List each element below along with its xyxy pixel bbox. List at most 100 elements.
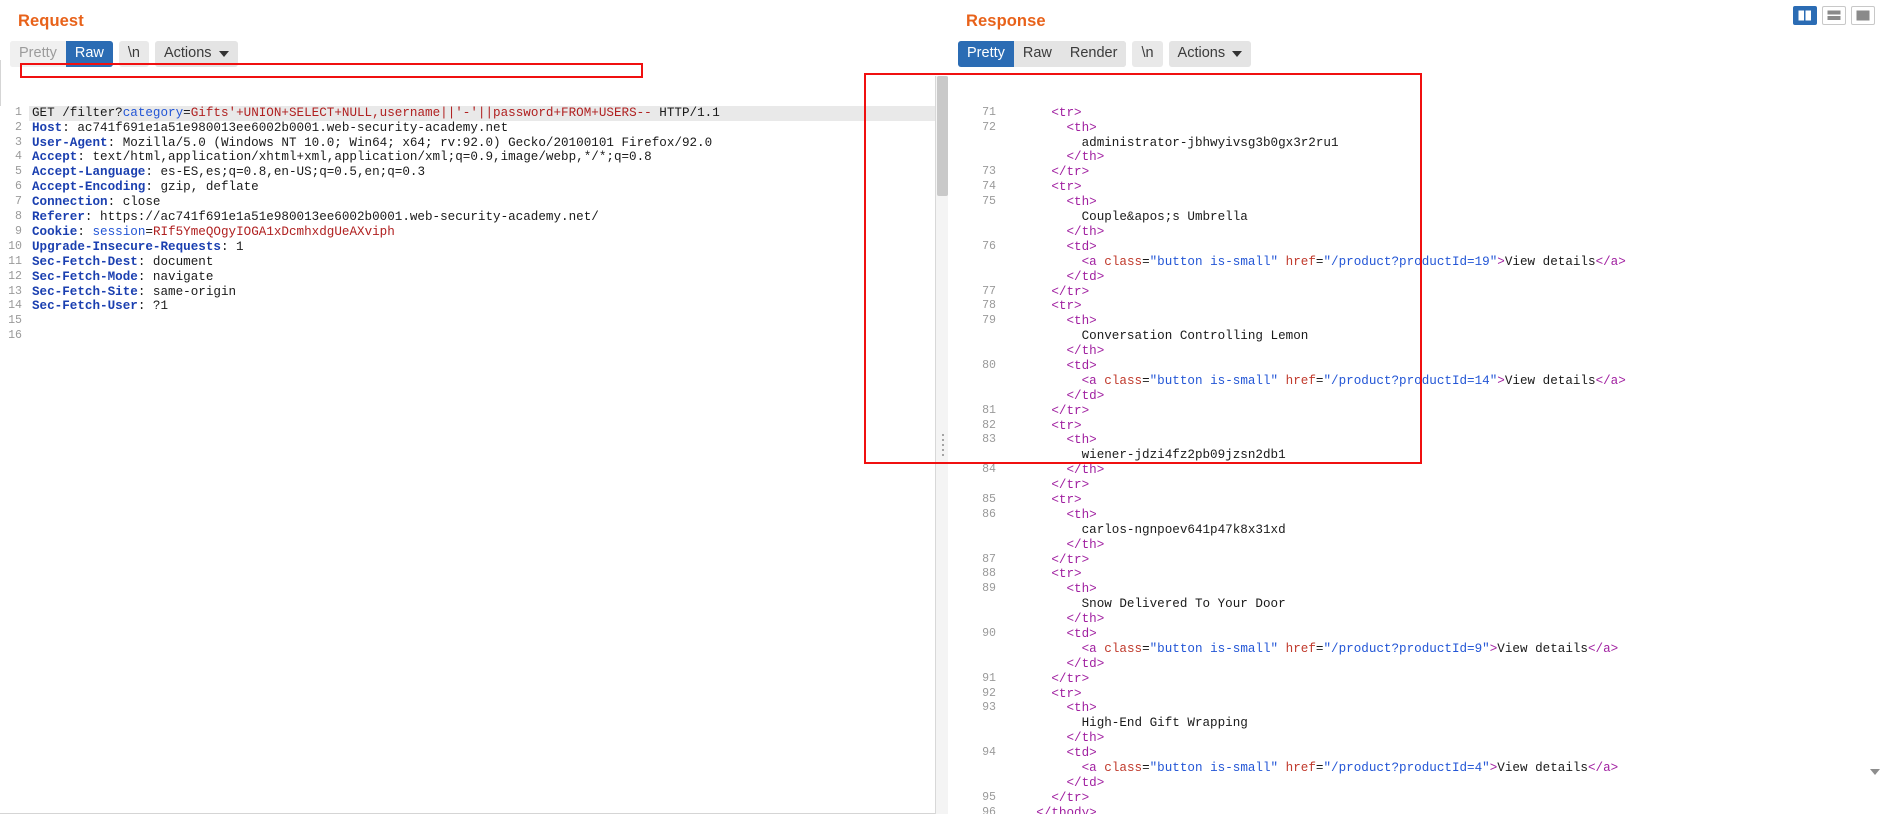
panel-splitter-handle[interactable]	[938, 430, 948, 460]
code-row[interactable]: 7 Connection: close	[0, 195, 948, 210]
code-row[interactable]: 11 Sec-Fetch-Dest: document	[0, 255, 948, 270]
code-row[interactable]: </th>	[948, 150, 1883, 165]
code-text: <th>	[1066, 195, 1097, 210]
code-row[interactable]: 15	[0, 314, 948, 329]
code-row[interactable]: 88 <tr>	[948, 567, 1883, 582]
code-text: <a class="button is-small" href="/produc…	[1081, 641, 1619, 656]
line-number: 74	[982, 180, 996, 194]
code-text: Sec-Fetch-Dest: document	[32, 254, 214, 269]
code-row[interactable]: 87 </tr>	[948, 553, 1883, 568]
single-pane-view-button[interactable]	[1851, 6, 1875, 25]
code-row[interactable]: </td>	[948, 776, 1883, 791]
code-row[interactable]: 14 Sec-Fetch-User: ?1	[0, 299, 948, 314]
request-tab-pretty[interactable]: Pretty	[10, 41, 66, 67]
scroll-down-arrow-icon[interactable]	[1870, 769, 1881, 780]
code-row[interactable]: 80 <td>	[948, 359, 1883, 374]
code-row[interactable]: </td>	[948, 389, 1883, 404]
code-row[interactable]: 3 User-Agent: Mozilla/5.0 (Windows NT 10.…	[0, 136, 948, 151]
response-code-editor[interactable]: 71 <tr> 72 <th> administrator-jbhwyivsg3b…	[948, 76, 1883, 814]
code-row[interactable]: 82 <tr>	[948, 419, 1883, 434]
code-row[interactable]: 79 <th>	[948, 314, 1883, 329]
code-text: </tbody>	[1036, 805, 1097, 814]
code-row[interactable]: 6 Accept-Encoding: gzip, deflate	[0, 180, 948, 195]
code-row[interactable]: 81 </tr>	[948, 404, 1883, 419]
code-row[interactable]: 12 Sec-Fetch-Mode: navigate	[0, 270, 948, 285]
code-row[interactable]: Couple&apos;s Umbrella	[948, 210, 1883, 225]
code-row[interactable]: 74 <tr>	[948, 180, 1883, 195]
code-text: </td>	[1066, 269, 1105, 284]
code-row[interactable]: Conversation Controlling Lemon	[948, 329, 1883, 344]
line-number: 76	[982, 239, 996, 253]
code-row[interactable]: carlos-ngnpoev641p47k8x31xd	[948, 523, 1883, 538]
code-row[interactable]: 84 </th>	[948, 463, 1883, 478]
code-row[interactable]: </th>	[948, 731, 1883, 746]
response-format-tabs: Pretty Raw Render	[958, 41, 1127, 67]
code-row[interactable]: </th>	[948, 344, 1883, 359]
code-row[interactable]: </td>	[948, 270, 1883, 285]
code-row[interactable]: 73 </tr>	[948, 165, 1883, 180]
code-row[interactable]: <a class="button is-small" href="/produc…	[948, 255, 1883, 270]
code-text: <tr>	[1051, 567, 1082, 582]
response-tab-render[interactable]: Render	[1060, 41, 1127, 67]
code-row[interactable]: 4 Accept: text/html,application/xhtml+xml…	[0, 150, 948, 165]
code-row[interactable]: 72 <th>	[948, 121, 1883, 136]
code-row[interactable]: 2 Host: ac741f691e1a51e980013ee6002b0001.…	[0, 121, 948, 136]
code-row[interactable]: 77 </tr>	[948, 285, 1883, 300]
code-row[interactable]: administrator-jbhwyivsg3b0gx3r2ru1	[948, 136, 1883, 151]
code-row[interactable]: <a class="button is-small" href="/produc…	[948, 374, 1883, 389]
response-toolbar: Pretty Raw Render \n Actions	[948, 31, 1883, 73]
line-number: 12	[8, 269, 22, 283]
code-row[interactable]: wiener-jdzi4fz2pb09jzsn2db1	[948, 448, 1883, 463]
request-tab-raw[interactable]: Raw	[65, 41, 113, 67]
code-row[interactable]: 75 <th>	[948, 195, 1883, 210]
code-row[interactable]: Snow Delivered To Your Door	[948, 597, 1883, 612]
code-row[interactable]: 92 <tr>	[948, 687, 1883, 702]
response-actions-button[interactable]: Actions	[1168, 41, 1252, 67]
side-by-side-view-button[interactable]	[1793, 6, 1817, 25]
code-row[interactable]: </th>	[948, 612, 1883, 627]
code-text: administrator-jbhwyivsg3b0gx3r2ru1	[1081, 135, 1339, 150]
code-row[interactable]: 91 </tr>	[948, 672, 1883, 687]
code-text: Connection: close	[32, 195, 161, 210]
code-row[interactable]: 78 <tr>	[948, 299, 1883, 314]
code-row[interactable]: 5 Accept-Language: es-ES,es;q=0.8,en-US;q…	[0, 165, 948, 180]
code-row[interactable]: 83 <th>	[948, 433, 1883, 448]
code-row[interactable]: </td>	[948, 657, 1883, 672]
code-row[interactable]: 76 <td>	[948, 240, 1883, 255]
code-row[interactable]: <a class="button is-small" href="/produc…	[948, 761, 1883, 776]
code-row[interactable]: 95 </tr>	[948, 791, 1883, 806]
code-row[interactable]: 94 <td>	[948, 746, 1883, 761]
code-row[interactable]: 8 Referer: https://ac741f691e1a51e980013e…	[0, 210, 948, 225]
request-newline-toggle[interactable]: \n	[118, 41, 149, 67]
code-row[interactable]: High-End Gift Wrapping	[948, 716, 1883, 731]
code-row[interactable]: 71 <tr>	[948, 106, 1883, 121]
code-text: <th>	[1066, 120, 1097, 135]
request-code-editor[interactable]: 1 GET /filter?category=Gifts'+UNION+SELEC…	[0, 76, 948, 814]
top-bottom-view-button[interactable]	[1822, 6, 1846, 25]
code-row[interactable]: </tr>	[948, 478, 1883, 493]
request-actions-button[interactable]: Actions	[154, 41, 238, 67]
code-row[interactable]: 9 Cookie: session=RIf5YmeQOgyIOGA1xDcmhxd…	[0, 225, 948, 240]
code-row[interactable]: 1 GET /filter?category=Gifts'+UNION+SELEC…	[0, 105, 948, 121]
code-row[interactable]: 90 <td>	[948, 627, 1883, 642]
response-newline-toggle[interactable]: \n	[1132, 41, 1163, 67]
code-row[interactable]: 96 </tbody>	[948, 806, 1883, 814]
code-row[interactable]: 89 <th>	[948, 582, 1883, 597]
code-row[interactable]: </th>	[948, 538, 1883, 553]
code-row[interactable]: 85 <tr>	[948, 493, 1883, 508]
code-row[interactable]: 93 <th>	[948, 701, 1883, 716]
request-scrollbar-thumb[interactable]	[937, 76, 948, 196]
code-row[interactable]: 86 <th>	[948, 508, 1883, 523]
response-tab-raw[interactable]: Raw	[1013, 41, 1061, 67]
code-row[interactable]: 10 Upgrade-Insecure-Requests: 1	[0, 240, 948, 255]
line-number: 9	[15, 224, 22, 238]
code-row[interactable]: 16	[0, 329, 948, 344]
code-text: <td>	[1066, 626, 1097, 641]
code-row[interactable]: <a class="button is-small" href="/produc…	[948, 642, 1883, 657]
response-actions-label: Actions	[1177, 45, 1226, 61]
code-row[interactable]: </th>	[948, 225, 1883, 240]
code-row[interactable]: 13 Sec-Fetch-Site: same-origin	[0, 285, 948, 300]
response-tab-pretty[interactable]: Pretty	[958, 41, 1014, 67]
code-text: Couple&apos;s Umbrella	[1081, 210, 1248, 225]
code-text: </th>	[1066, 150, 1105, 165]
